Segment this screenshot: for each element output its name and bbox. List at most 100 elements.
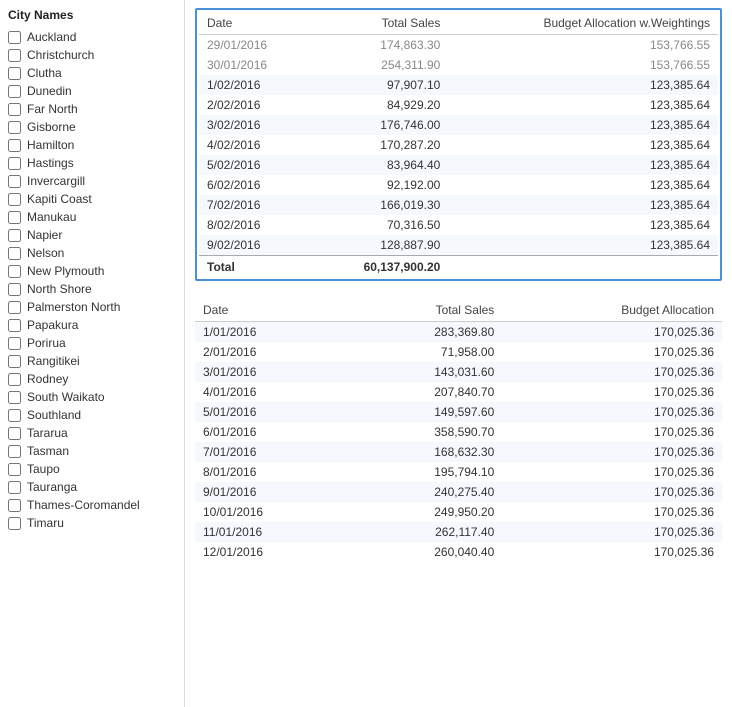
cell-sales: 254,311.90 <box>311 55 448 75</box>
city-item[interactable]: North Shore <box>8 280 184 298</box>
table-row: 10/01/2016 249,950.20 170,025.36 <box>195 502 722 522</box>
city-checkbox[interactable] <box>8 481 21 494</box>
cell-budget: 170,025.36 <box>502 402 722 422</box>
city-checkbox[interactable] <box>8 355 21 368</box>
city-item[interactable]: Hamilton <box>8 136 184 154</box>
city-item[interactable]: Clutha <box>8 64 184 82</box>
city-item[interactable]: Thames-Coromandel <box>8 496 184 514</box>
city-item[interactable]: Auckland <box>8 28 184 46</box>
cell-date: 5/02/2016 <box>199 155 311 175</box>
city-checkbox[interactable] <box>8 319 21 332</box>
city-label: Southland <box>27 408 81 422</box>
table-row: 12/01/2016 260,040.40 170,025.36 <box>195 542 722 562</box>
city-checkbox[interactable] <box>8 49 21 62</box>
table-row: 9/01/2016 240,275.40 170,025.36 <box>195 482 722 502</box>
city-item[interactable]: Kapiti Coast <box>8 190 184 208</box>
cell-budget: 123,385.64 <box>448 155 718 175</box>
city-item[interactable]: Southland <box>8 406 184 424</box>
city-item[interactable]: Dunedin <box>8 82 184 100</box>
cell-sales: 283,369.80 <box>349 322 503 343</box>
city-checkbox[interactable] <box>8 337 21 350</box>
city-checkbox[interactable] <box>8 463 21 476</box>
city-checkbox[interactable] <box>8 517 21 530</box>
city-label: South Waikato <box>27 390 105 404</box>
city-item[interactable]: New Plymouth <box>8 262 184 280</box>
city-item[interactable]: Tararua <box>8 424 184 442</box>
table-row: 5/01/2016 149,597.60 170,025.36 <box>195 402 722 422</box>
city-item[interactable]: Gisborne <box>8 118 184 136</box>
cell-date: 3/01/2016 <box>195 362 349 382</box>
cell-date: 7/01/2016 <box>195 442 349 462</box>
cell-sales: 128,887.90 <box>311 235 448 256</box>
city-checkbox[interactable] <box>8 229 21 242</box>
city-checkbox[interactable] <box>8 247 21 260</box>
table2-col-budget: Budget Allocation <box>502 299 722 322</box>
cell-date: 4/01/2016 <box>195 382 349 402</box>
table2-col-date: Date <box>195 299 349 322</box>
city-checkbox[interactable] <box>8 301 21 314</box>
city-checkbox[interactable] <box>8 85 21 98</box>
cell-budget: 123,385.64 <box>448 235 718 256</box>
city-item[interactable]: Far North <box>8 100 184 118</box>
city-checkbox[interactable] <box>8 121 21 134</box>
cell-budget: 170,025.36 <box>502 322 722 343</box>
cell-date: 5/01/2016 <box>195 402 349 422</box>
city-checkbox[interactable] <box>8 103 21 116</box>
city-checkbox[interactable] <box>8 139 21 152</box>
city-item[interactable]: Tasman <box>8 442 184 460</box>
city-item[interactable]: Nelson <box>8 244 184 262</box>
city-checkbox[interactable] <box>8 409 21 422</box>
city-item[interactable]: Manukau <box>8 208 184 226</box>
city-checkbox[interactable] <box>8 283 21 296</box>
city-checkbox[interactable] <box>8 427 21 440</box>
table2-col-sales: Total Sales <box>349 299 503 322</box>
table1: Date Total Sales Budget Allocation w.Wei… <box>199 12 718 277</box>
city-checkbox[interactable] <box>8 157 21 170</box>
cell-date: 2/01/2016 <box>195 342 349 362</box>
cell-budget: 123,385.64 <box>448 95 718 115</box>
city-checkbox[interactable] <box>8 175 21 188</box>
table-row: 3/01/2016 143,031.60 170,025.36 <box>195 362 722 382</box>
city-item[interactable]: Christchurch <box>8 46 184 64</box>
table-row: 1/01/2016 283,369.80 170,025.36 <box>195 322 722 343</box>
cell-budget: 170,025.36 <box>502 542 722 562</box>
city-item[interactable]: Porirua <box>8 334 184 352</box>
city-checkbox[interactable] <box>8 391 21 404</box>
cell-sales: 170,287.20 <box>311 135 448 155</box>
table1-col-sales: Total Sales <box>311 12 448 35</box>
city-item[interactable]: Hastings <box>8 154 184 172</box>
table-row: 3/02/2016 176,746.00 123,385.64 <box>199 115 718 135</box>
city-item[interactable]: Invercargill <box>8 172 184 190</box>
city-item[interactable]: South Waikato <box>8 388 184 406</box>
city-item[interactable]: Rodney <box>8 370 184 388</box>
table-row: 8/02/2016 70,316.50 123,385.64 <box>199 215 718 235</box>
table-row: 1/02/2016 97,907.10 123,385.64 <box>199 75 718 95</box>
cell-sales: 83,964.40 <box>311 155 448 175</box>
city-checkbox[interactable] <box>8 193 21 206</box>
city-item[interactable]: Tauranga <box>8 478 184 496</box>
city-label: Far North <box>27 102 78 116</box>
cell-sales: 240,275.40 <box>349 482 503 502</box>
city-label: Christchurch <box>27 48 94 62</box>
city-item[interactable]: Taupo <box>8 460 184 478</box>
city-label: Thames-Coromandel <box>27 498 140 512</box>
cell-budget: 170,025.36 <box>502 362 722 382</box>
cell-date: 8/01/2016 <box>195 462 349 482</box>
city-item[interactable]: Rangitikei <box>8 352 184 370</box>
city-checkbox[interactable] <box>8 67 21 80</box>
city-checkbox[interactable] <box>8 373 21 386</box>
cell-budget: 170,025.36 <box>502 502 722 522</box>
city-label: Palmerston North <box>27 300 120 314</box>
city-checkbox[interactable] <box>8 499 21 512</box>
city-item[interactable]: Papakura <box>8 316 184 334</box>
city-label: Manukau <box>27 210 76 224</box>
city-checkbox[interactable] <box>8 31 21 44</box>
city-item[interactable]: Timaru <box>8 514 184 532</box>
city-checkbox[interactable] <box>8 211 21 224</box>
city-item[interactable]: Napier <box>8 226 184 244</box>
city-item[interactable]: Palmerston North <box>8 298 184 316</box>
city-checkbox[interactable] <box>8 265 21 278</box>
city-checkbox[interactable] <box>8 445 21 458</box>
city-label: Napier <box>27 228 62 242</box>
cell-sales: 195,794.10 <box>349 462 503 482</box>
